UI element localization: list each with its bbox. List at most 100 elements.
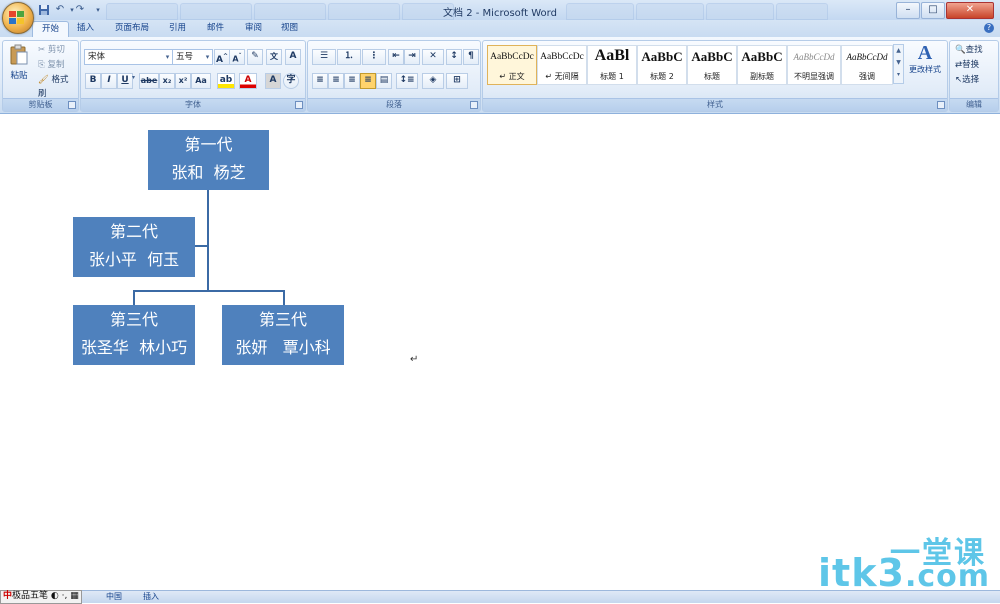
tab-home[interactable]: 开始 (32, 21, 70, 38)
tab-view[interactable]: 视图 (272, 21, 307, 36)
tree-connector-left (133, 290, 135, 305)
multilevel-list-icon[interactable]: ⋮ (362, 49, 386, 65)
tree-node-gen3-right[interactable]: 第三代 张妍 覃小科 (222, 305, 344, 365)
change-styles-label: 更改样式 (909, 65, 941, 74)
bullets-icon[interactable]: ☰ (312, 49, 336, 65)
help-icon[interactable]: ? (984, 23, 994, 33)
style-normal[interactable]: AaBbCcDc ↵ 正文 (487, 45, 537, 85)
sort-icon[interactable]: ↕ (446, 49, 462, 65)
office-button[interactable] (2, 2, 34, 34)
align-center-icon[interactable]: ≡ (328, 73, 344, 89)
style-subtle-emphasis[interactable]: AaBbCcDd 不明显强调 (787, 45, 841, 85)
node-title: 第三代 (109, 310, 158, 329)
font-name-combo[interactable]: 宋体 ▾ (84, 49, 173, 65)
format-painter-icon: 🖌 (38, 75, 49, 85)
tree-node-gen1[interactable]: 第一代 张和 杨芝 (148, 130, 269, 190)
style-no-spacing[interactable]: AaBbCcDc ↵ 无间隔 (537, 45, 587, 85)
increase-indent-icon[interactable]: ⇥ (404, 49, 420, 65)
copy-icon: ⎘ (38, 60, 45, 70)
change-case-button[interactable]: Aa (191, 73, 211, 89)
styles-gallery-scroll[interactable]: ▲ ▼ ▾ (893, 44, 904, 84)
underline-button[interactable]: U (117, 73, 133, 89)
enclose-characters-icon[interactable]: 字 (283, 73, 299, 89)
shading-icon[interactable]: ◈ (422, 73, 444, 89)
tree-node-gen3-left[interactable]: 第三代 张圣华 林小巧 (73, 305, 195, 365)
node-title: 第二代 (109, 222, 158, 241)
select-button[interactable]: ↖选择 (952, 72, 982, 88)
numbering-icon[interactable]: ⒈ (337, 49, 361, 65)
find-button[interactable]: 🔍查找 (952, 42, 986, 58)
clipboard-group: 粘贴 ✂ 剪切 ⎘ 复制 🖌 格式刷 剪贴板 (2, 40, 79, 112)
font-group: 宋体 ▾ 五号 ▾ A^ Aˇ ✎ 文 A B I U ▾ abe x₂ x² … (80, 40, 306, 112)
align-right-icon[interactable]: ≡ (344, 73, 360, 89)
cut-button[interactable]: ✂ 剪切 (35, 42, 68, 58)
borders-icon[interactable]: ⊞ (446, 73, 468, 89)
style-name: 标题 2 (650, 72, 674, 81)
shrink-font-icon[interactable]: Aˇ (229, 49, 245, 65)
character-border-icon[interactable]: A (285, 49, 301, 65)
highlight-icon[interactable]: ab (217, 73, 235, 89)
node-title: 第一代 (184, 135, 233, 154)
superscript-button[interactable]: x² (175, 73, 191, 89)
node-names: 张和 杨芝 (171, 163, 246, 182)
paste-label: 粘贴 (10, 71, 28, 81)
ime-moon-icon: ◐ (50, 591, 59, 601)
style-subtitle[interactable]: AaBbC 副标题 (737, 45, 787, 85)
clear-format-icon[interactable]: ✎ (247, 49, 263, 65)
ime-name: 极品五笔 (12, 591, 49, 601)
style-name: 标题 1 (600, 72, 624, 81)
style-heading-2[interactable]: AaBbC 标题 2 (637, 45, 687, 85)
show-marks-icon[interactable]: ¶ (463, 49, 479, 65)
format-painter-button[interactable]: 🖌 格式刷 (35, 72, 78, 99)
tab-insert[interactable]: 插入 (68, 21, 103, 36)
minimize-icon[interactable]: – (896, 2, 920, 19)
bold-button[interactable]: B (85, 73, 101, 89)
insert-mode-status[interactable]: 插入 (143, 592, 159, 602)
strikethrough-button[interactable]: abe (139, 73, 159, 89)
tree-node-gen2[interactable]: 第二代 张小平 何玉 (73, 217, 195, 277)
style-title[interactable]: AaBbC 标题 (687, 45, 737, 85)
clipboard-launcher-icon[interactable] (68, 101, 76, 109)
chevron-down-icon: ▾ (205, 53, 210, 61)
line-spacing-icon[interactable]: ↕≡ (396, 73, 418, 89)
tab-page-layout[interactable]: 页面布局 (106, 21, 158, 36)
decrease-indent-icon[interactable]: ⇤ (388, 49, 404, 65)
chinese-layout-icon[interactable]: ✕ (422, 49, 444, 65)
language-status[interactable]: 中国 (106, 592, 122, 602)
styles-launcher-icon[interactable] (937, 101, 945, 109)
font-launcher-icon[interactable] (295, 101, 303, 109)
italic-button[interactable]: I (101, 73, 117, 89)
tab-review[interactable]: 审阅 (236, 21, 271, 36)
style-sample: AaBbC (741, 49, 783, 64)
paragraph-launcher-icon[interactable] (470, 101, 478, 109)
phonetic-guide-icon[interactable]: 文 (266, 49, 282, 65)
grow-font-icon[interactable]: A^ (214, 49, 230, 65)
subscript-button[interactable]: x₂ (159, 73, 175, 89)
style-sample: AaBbCcDc (490, 52, 534, 62)
font-size-combo[interactable]: 五号 ▾ (172, 49, 213, 65)
window-title: 文档 2 - Microsoft Word (443, 8, 557, 19)
chevron-down-icon[interactable]: ▾ (132, 74, 135, 81)
ime-logo-icon: 中 (3, 591, 13, 601)
replace-button[interactable]: ⇄替换 (952, 57, 982, 73)
character-shading-button[interactable]: A (265, 73, 281, 89)
style-name: 强调 (859, 72, 875, 81)
style-heading-1[interactable]: AaBl 标题 1 (587, 45, 637, 85)
tab-references[interactable]: 引用 (160, 21, 195, 36)
align-left-icon[interactable]: ≡ (312, 73, 328, 89)
close-icon[interactable]: ✕ (946, 2, 994, 19)
change-styles-button[interactable]: A 更改样式 (905, 42, 945, 84)
justify-icon[interactable]: ≡ (360, 73, 376, 89)
tree-connector-vertical (207, 190, 209, 291)
tab-mailings[interactable]: 邮件 (198, 21, 233, 36)
copy-button[interactable]: ⎘ 复制 (35, 57, 68, 73)
font-color-button[interactable]: A (239, 73, 257, 89)
find-label: 查找 (965, 45, 983, 55)
copy-label: 复制 (47, 60, 65, 70)
maximize-icon[interactable]: □ (921, 2, 945, 19)
distributed-icon[interactable]: ▤ (376, 73, 392, 89)
style-emphasis[interactable]: AaBbCcDd 强调 (841, 45, 893, 85)
paste-button[interactable]: 粘贴 (7, 44, 31, 84)
style-sample: AaBbCcDd (793, 52, 835, 62)
clipboard-group-label: 剪贴板 (3, 98, 78, 111)
